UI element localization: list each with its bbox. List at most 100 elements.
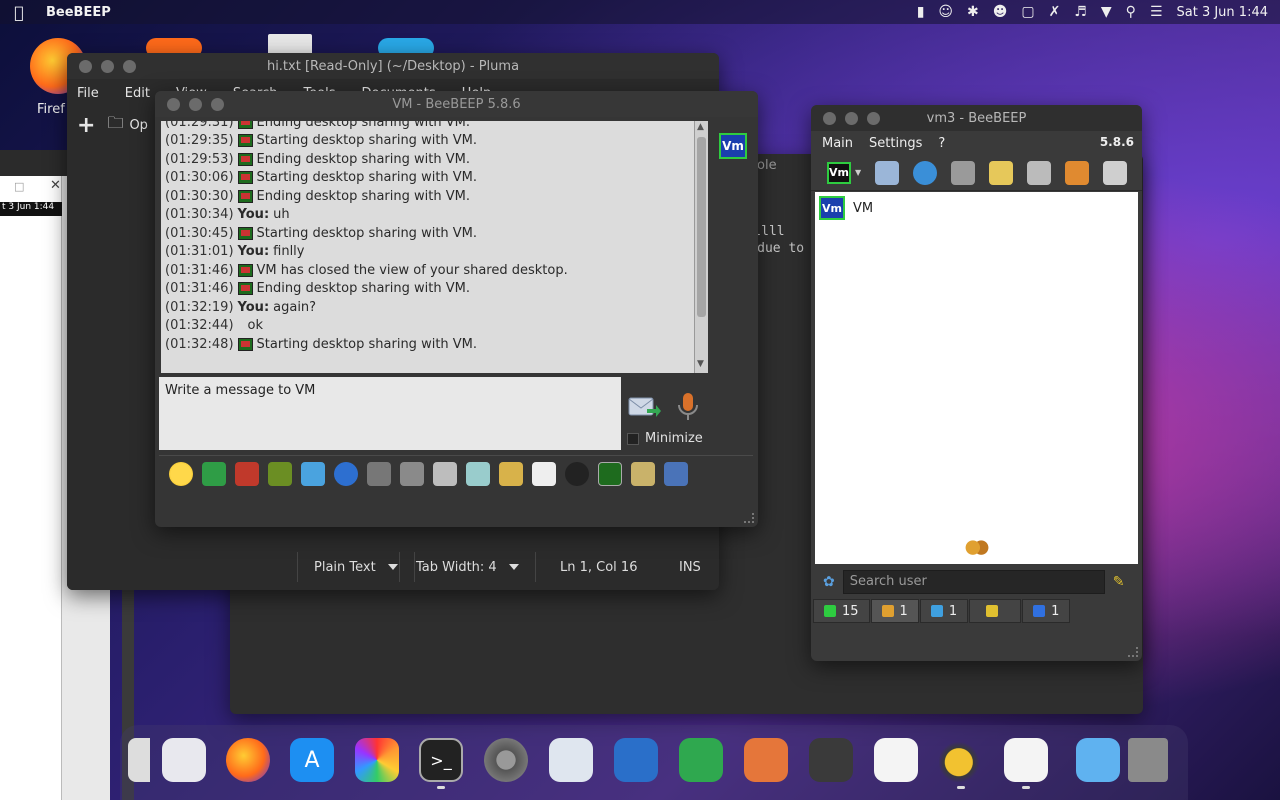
menu-help[interactable]: ? <box>938 136 945 151</box>
minimize-button[interactable] <box>101 59 114 73</box>
language-selector[interactable]: Plain Text <box>297 552 415 582</box>
note-icon[interactable] <box>433 461 457 486</box>
trash-dock-icon[interactable] <box>1128 738 1168 782</box>
close-button[interactable] <box>167 97 180 111</box>
checkbox-box[interactable] <box>627 432 639 445</box>
maximize-button[interactable] <box>123 59 136 73</box>
vm3-tab-3[interactable] <box>969 599 1022 623</box>
desktop-share-icon[interactable] <box>598 461 622 486</box>
firefox-dock-icon[interactable] <box>226 738 270 782</box>
screenshot-icon[interactable] <box>565 461 589 486</box>
minimize-button[interactable] <box>189 97 202 111</box>
emoticon-icon[interactable] <box>169 461 193 486</box>
microphone-icon[interactable] <box>675 391 701 423</box>
open-button-label[interactable]: Op <box>129 118 147 133</box>
vm3-titlebar[interactable]: vm3 - BeeBEEP <box>811 105 1142 131</box>
vm3-tab-0[interactable]: 15 <box>813 599 870 623</box>
html-icon[interactable] <box>532 461 556 486</box>
trash-icon[interactable] <box>1103 160 1128 185</box>
clear-search-icon[interactable]: ✎ <box>1113 574 1125 590</box>
window-icon[interactable] <box>664 461 688 486</box>
resize-grip[interactable] <box>744 513 754 523</box>
cassette-dock-icon[interactable] <box>809 738 853 782</box>
active-app-name[interactable]: BeeBEEP <box>46 5 111 20</box>
vm3-tab-2[interactable]: 1 <box>919 599 969 623</box>
my-profile-icon[interactable]: Vm <box>827 161 851 184</box>
send-file-icon[interactable] <box>202 461 226 486</box>
open-folder-icon[interactable]: 🗀 <box>107 112 123 139</box>
launchpad-dock-icon[interactable] <box>162 738 206 782</box>
menu-edit[interactable]: Edit <box>125 86 150 101</box>
edit-icon[interactable] <box>631 461 655 486</box>
close-button[interactable] <box>823 111 836 125</box>
minimize-checkbox[interactable]: Minimize <box>627 431 703 446</box>
draw-dock-icon[interactable] <box>744 738 788 782</box>
chevron-down-icon[interactable]: ▼ <box>1101 0 1112 24</box>
close-button[interactable] <box>79 59 92 73</box>
account-icon[interactable]: ☻ <box>993 0 1008 24</box>
clipboard-icon[interactable]: ▢ <box>1021 0 1034 24</box>
chat-scrollbar[interactable]: ▲ ▼ <box>694 121 708 373</box>
search-user-input[interactable]: Search user <box>842 570 1105 594</box>
screenshot-dock-icon[interactable] <box>549 738 593 782</box>
menu-main[interactable]: Main <box>822 136 853 151</box>
user-list[interactable]: Vm VM <box>815 192 1138 564</box>
tab-width-selector[interactable]: Tab Width: 4 <box>399 552 536 582</box>
maximize-icon[interactable]: □ <box>14 180 24 193</box>
battery-icon[interactable]: ▮ <box>917 0 925 24</box>
vm3-tab-4[interactable]: 1 <box>1022 599 1071 623</box>
menu-file[interactable]: File <box>77 86 99 101</box>
dictionary-icon[interactable] <box>400 461 424 486</box>
user-item[interactable]: Vm VM <box>819 196 873 220</box>
writer-dock-icon[interactable] <box>614 738 658 782</box>
minimize-button[interactable] <box>845 111 858 125</box>
calc-dock-icon[interactable] <box>679 738 723 782</box>
text-editor-dock-icon[interactable] <box>874 738 918 782</box>
move-icon[interactable] <box>499 461 523 486</box>
terminal-dock-icon[interactable]: >_ <box>419 738 463 782</box>
search-icon[interactable]: ⚲ <box>1126 0 1136 24</box>
maximize-button[interactable] <box>867 111 880 125</box>
app-store-dock-icon[interactable]: A <box>290 738 334 782</box>
settings-icon[interactable] <box>334 461 358 486</box>
write-message-icon[interactable] <box>989 160 1014 185</box>
downloads-dock-icon[interactable] <box>1076 738 1120 782</box>
resize-grip[interactable] <box>1128 647 1138 657</box>
status-edit-icon[interactable] <box>875 160 900 185</box>
control-center-icon[interactable]: ☰ <box>1150 0 1163 24</box>
send-icon[interactable] <box>627 393 661 421</box>
beebeep-dock-icon[interactable] <box>939 738 983 782</box>
volume-icon[interactable]: ♬ <box>1074 0 1087 24</box>
font-icon[interactable] <box>235 461 259 486</box>
plugins-icon[interactable] <box>1027 160 1052 185</box>
network-icon[interactable] <box>913 160 938 185</box>
chevron-down-icon[interactable]: ▼ <box>855 168 861 177</box>
chat-log[interactable]: (01:29:31) Ending desktop sharing with VM… <box>161 121 708 373</box>
pluma-titlebar[interactable]: hi.txt [Read-Only] (~/Desktop) - Pluma <box>67 53 719 79</box>
message-input[interactable]: Write a message to VM <box>159 377 621 450</box>
apple-menu-icon[interactable]:  <box>0 3 38 22</box>
finder-dock-icon[interactable] <box>128 738 150 782</box>
scroll-down-icon[interactable]: ▼ <box>697 359 704 369</box>
menu-settings[interactable]: Settings <box>869 136 922 151</box>
chat-titlebar[interactable]: VM - BeeBEEP 5.8.6 <box>155 91 758 117</box>
contact-avatar[interactable]: Vm <box>719 133 747 159</box>
home-icon[interactable] <box>951 160 976 185</box>
maximize-button[interactable] <box>211 97 224 111</box>
notifications-muted-icon[interactable]: ✗ <box>1049 0 1061 24</box>
scroll-thumb[interactable] <box>697 137 706 317</box>
vm3-tab-1[interactable]: 1 <box>870 599 919 623</box>
pluma-dock-icon[interactable] <box>1004 738 1048 782</box>
close-icon[interactable]: ✕ <box>50 178 61 193</box>
scroll-up-icon[interactable]: ▲ <box>697 122 704 132</box>
spellcheck-icon[interactable] <box>367 461 391 486</box>
filter-icon[interactable] <box>301 461 325 486</box>
beebeep-tray-icon[interactable]: ✱ <box>967 0 979 24</box>
user-icon[interactable]: ☺ <box>938 0 953 24</box>
new-file-icon[interactable]: + <box>77 113 95 138</box>
photos-dock-icon[interactable] <box>355 738 399 782</box>
font-color-icon[interactable] <box>268 461 292 486</box>
save-chat-icon[interactable] <box>466 461 490 486</box>
system-settings-dock-icon[interactable] <box>484 738 528 782</box>
clock[interactable]: Sat 3 Jun 1:44 <box>1177 5 1269 20</box>
